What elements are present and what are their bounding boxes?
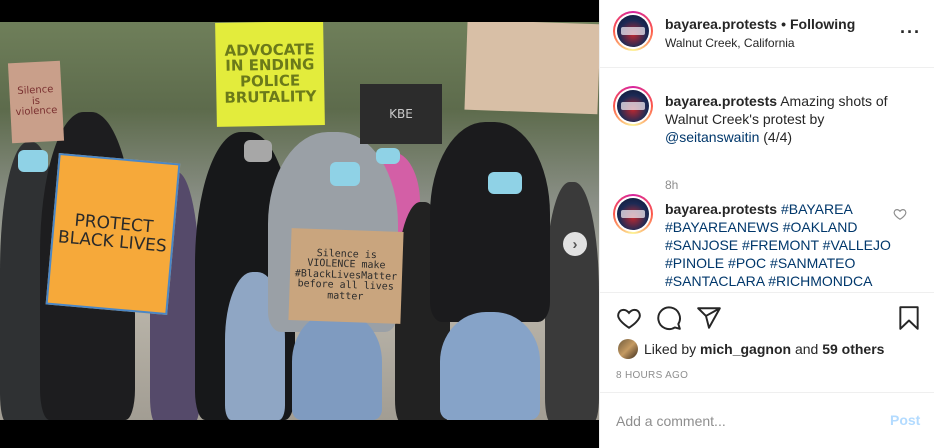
share-icon[interactable]	[696, 305, 722, 331]
protest-sign-cardboard: Silence is VIOLENCE make #BlackLivesMatt…	[288, 228, 404, 324]
location-link[interactable]: Walnut Creek, California	[665, 36, 795, 50]
and-word: and	[794, 341, 819, 357]
others-count-link[interactable]: 59 others	[822, 341, 884, 357]
avatar[interactable]	[613, 11, 653, 51]
post-timestamp[interactable]: 8 HOURS AGO	[616, 370, 688, 381]
face-mask	[376, 148, 400, 164]
chevron-right-icon[interactable]: ›	[563, 232, 587, 256]
protest-sign-top-right	[464, 22, 599, 115]
protest-sign-yellow: ADVOCATE IN ENDING POLICE BRUTALITY	[215, 22, 325, 127]
protest-sign-orange: PROTECT BLACK LIVES	[45, 152, 181, 316]
likes-summary: Liked by mich_gagnon and 59 others	[618, 339, 884, 359]
caption-text: bayarea.protests Amazing shots of Walnut…	[665, 92, 895, 146]
face-mask	[244, 140, 272, 162]
comment-icon[interactable]	[656, 305, 682, 331]
protest-sign-left: Silence is violence	[7, 60, 65, 144]
liker-avatar[interactable]	[618, 339, 638, 359]
instagram-post: Silence is violence ADVOCATE IN ENDING P…	[0, 0, 934, 448]
more-horizontal-icon[interactable]: ···	[900, 22, 921, 43]
sign-text: Silence is VIOLENCE make #BlackLivesMatt…	[294, 247, 398, 303]
heart-icon[interactable]	[616, 305, 642, 331]
following-button[interactable]: Following	[790, 16, 855, 32]
jeans	[292, 312, 382, 420]
mention-link[interactable]: @seitanswaitin	[665, 129, 759, 145]
comments-list[interactable]: bayarea.protests Amazing shots of Walnut…	[600, 68, 934, 292]
post-side-panel: bayarea.protests • Following Walnut Creek,…	[599, 0, 934, 448]
header-username: bayarea.protests • Following	[665, 16, 855, 32]
action-bar: Liked by mich_gagnon and 59 others 8 HOU…	[600, 292, 934, 392]
avatar[interactable]	[613, 86, 653, 126]
separator: •	[781, 16, 786, 32]
protester	[545, 182, 599, 420]
face-mask	[330, 162, 360, 186]
protest-photo[interactable]: Silence is violence ADVOCATE IN ENDING P…	[0, 22, 599, 420]
face-mask	[18, 150, 48, 172]
bookmark-icon[interactable]	[896, 305, 922, 331]
liked-by-prefix: Liked by	[644, 341, 697, 357]
caption-suffix: (4/4)	[763, 129, 793, 145]
caption-username[interactable]: bayarea.protests	[665, 93, 777, 109]
heart-icon[interactable]	[893, 207, 907, 221]
comment-username[interactable]: bayarea.protests	[665, 201, 777, 217]
add-comment-form: Post	[600, 392, 934, 448]
post-header: bayarea.protests • Following Walnut Creek,…	[600, 0, 934, 68]
sign-text: PROTECT BLACK LIVES	[57, 210, 168, 257]
jeans	[440, 312, 540, 420]
protest-sign-black: KBE	[360, 84, 442, 144]
sign-text: Silence is violence	[15, 84, 58, 119]
comment-input[interactable]	[616, 411, 866, 431]
sign-text: KBE	[389, 106, 413, 121]
post-button[interactable]: Post	[890, 412, 920, 428]
protester-black-hoodie	[430, 122, 550, 322]
liker-username[interactable]: mich_gagnon	[700, 341, 791, 357]
sign-text: ADVOCATE IN ENDING POLICE BRUTALITY	[224, 39, 317, 107]
avatar[interactable]	[613, 194, 653, 234]
comment-text: bayarea.protests #BAYAREA #BAYAREANEWS #…	[665, 200, 895, 290]
username-link[interactable]: bayarea.protests	[665, 16, 777, 32]
post-media: Silence is violence ADVOCATE IN ENDING P…	[0, 0, 599, 448]
caption-time[interactable]: 8h	[665, 178, 678, 192]
face-mask	[488, 172, 522, 194]
